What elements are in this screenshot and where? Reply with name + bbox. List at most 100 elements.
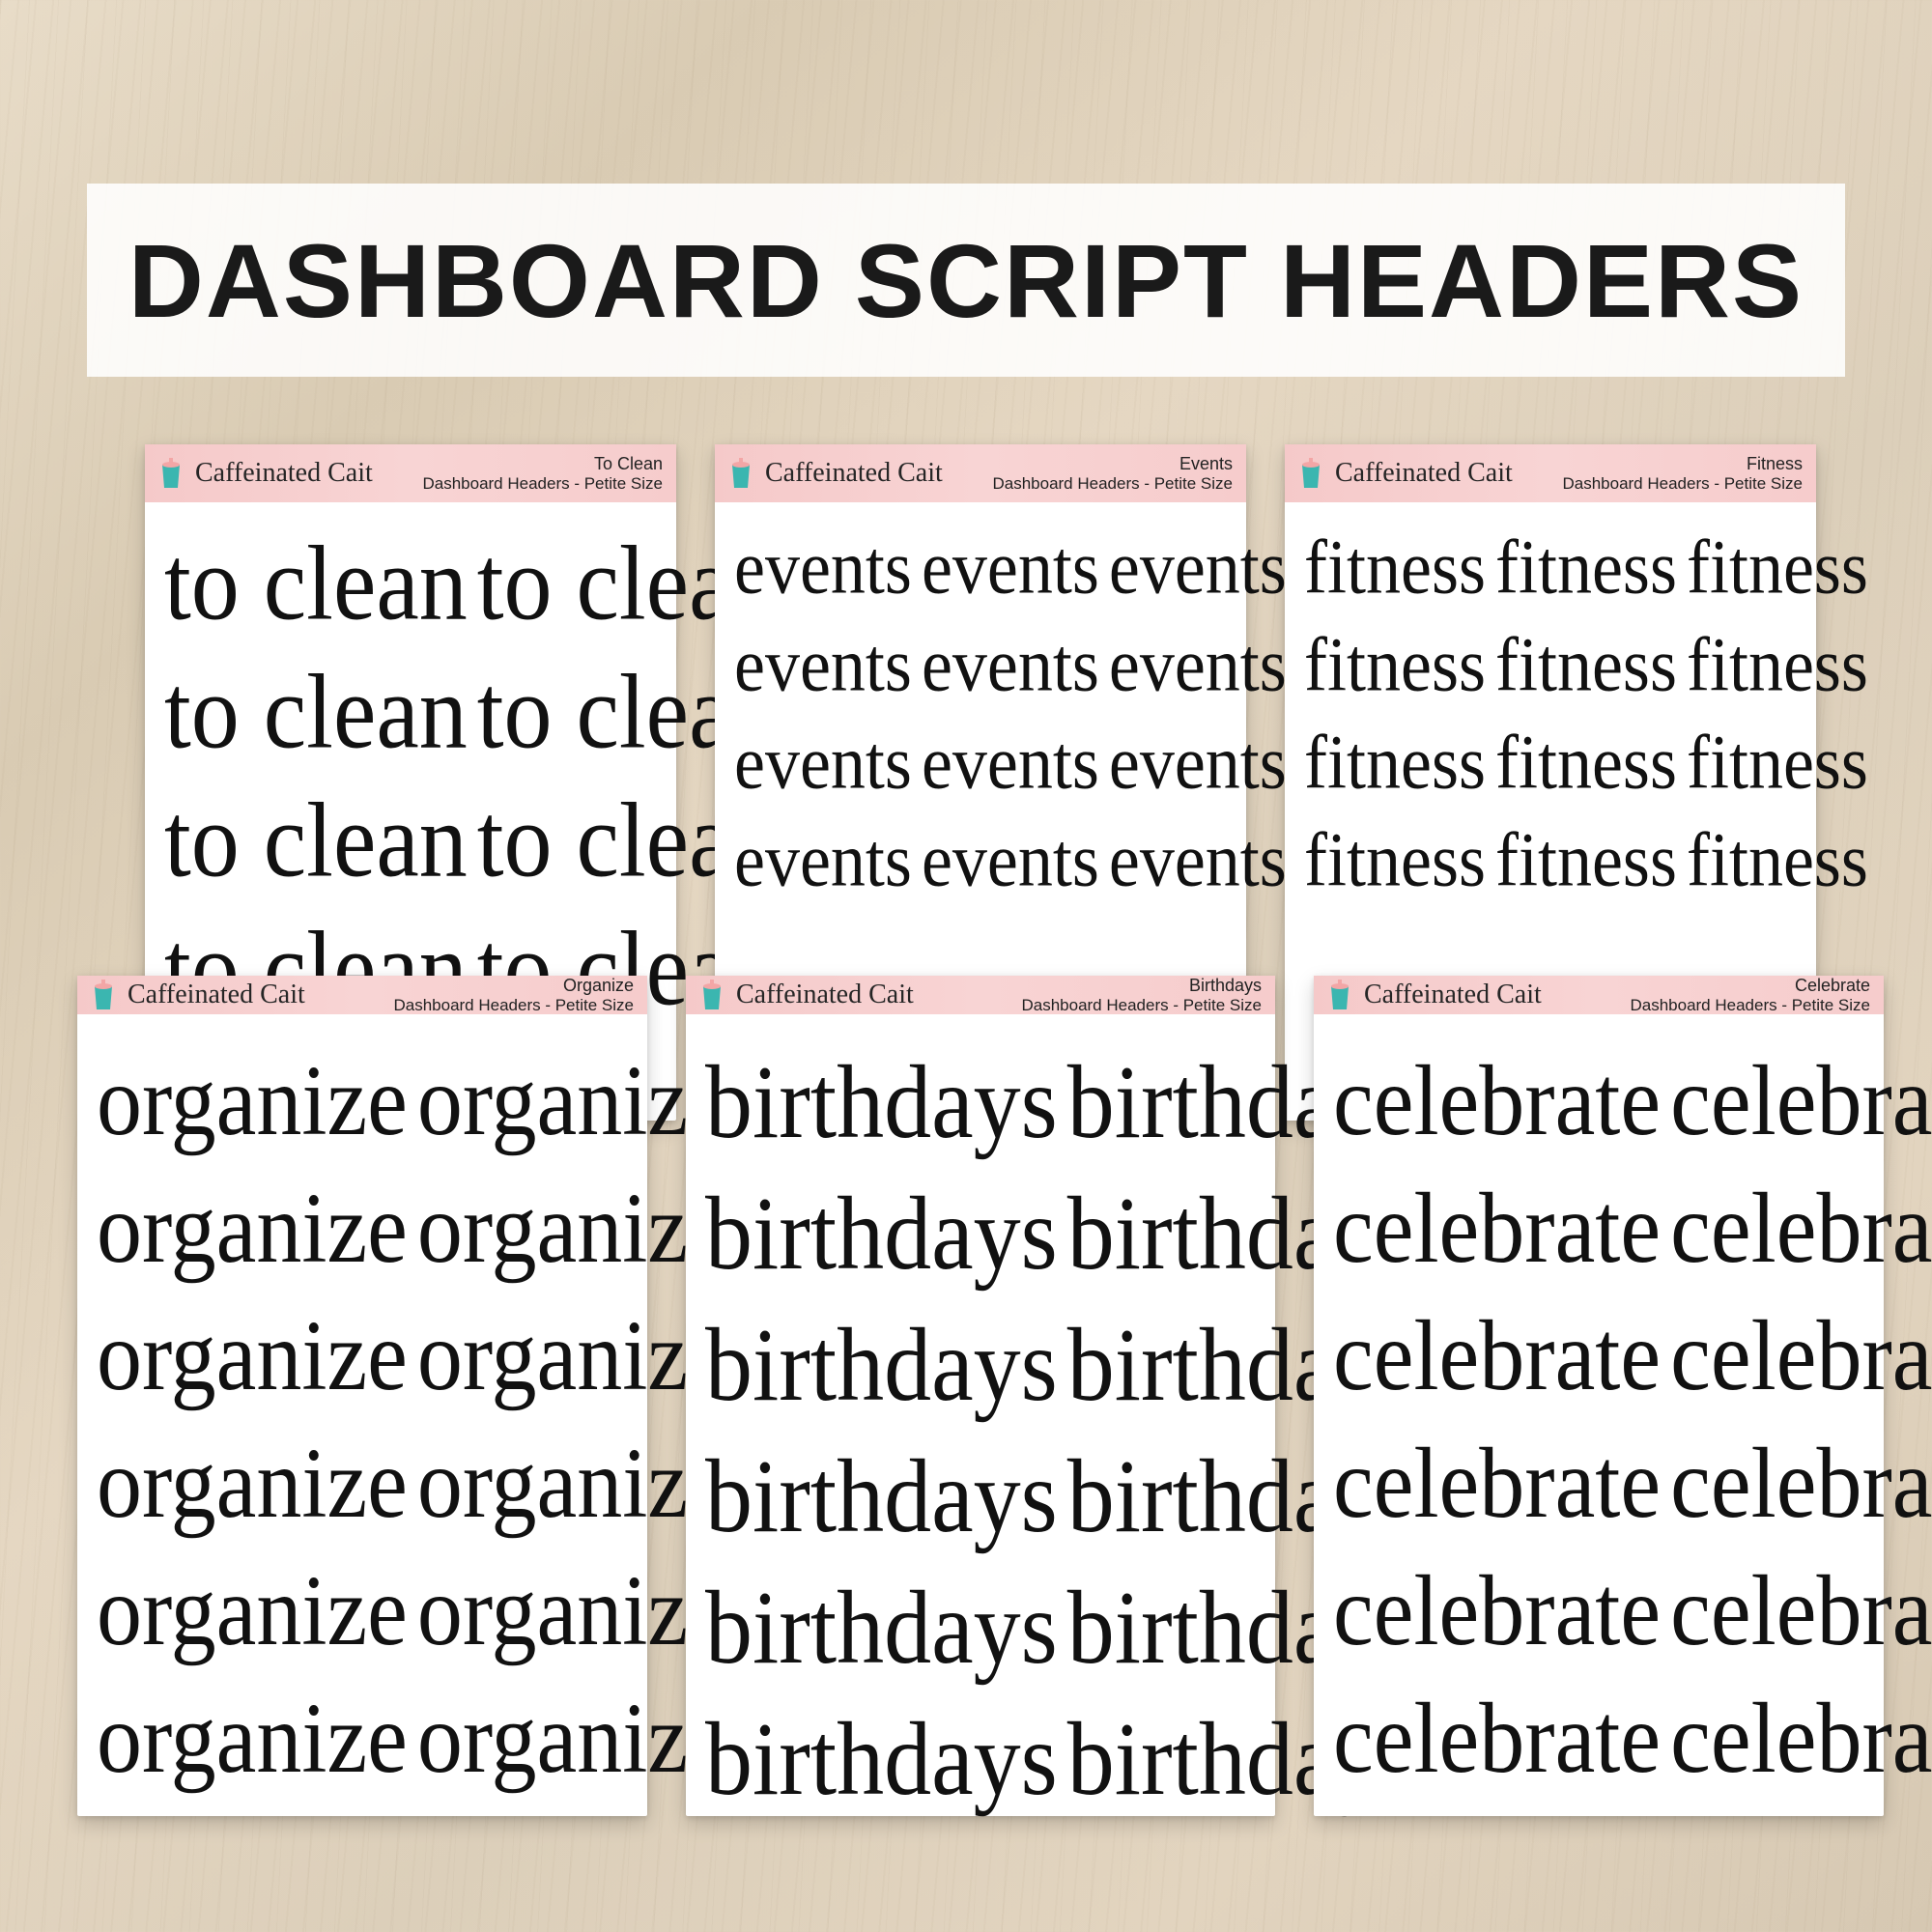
sticker-word: to clean <box>164 650 468 773</box>
sheet-subtitle: Dashboard Headers - Petite Size <box>422 474 663 494</box>
sticker-row: birthdaysbirthdays <box>705 1706 1256 1814</box>
sticker-word: birthdays <box>705 1044 1058 1163</box>
sticker-word: events <box>734 719 912 807</box>
sheet-subtitle: Dashboard Headers - Petite Size <box>393 996 634 1015</box>
sticker-word: events <box>1109 524 1287 611</box>
cup-icon <box>728 457 755 490</box>
sticker-row: birthdaysbirthdays <box>705 1180 1256 1289</box>
cup-icon <box>91 979 118 1011</box>
sticker-word: events <box>734 524 912 611</box>
sticker-word: organize <box>417 1554 728 1669</box>
brand-text: Caffeinated Cait <box>1335 458 1513 489</box>
brand-text: Caffeinated Cait <box>736 980 914 1010</box>
sticker-word: events <box>1109 719 1287 807</box>
sticker-word: organize <box>417 1044 728 1159</box>
sticker-row: birthdaysbirthdays <box>705 1312 1256 1420</box>
sticker-word: celebrate <box>1670 1554 1932 1669</box>
sticker-word: fitness <box>1495 816 1677 904</box>
sheet-header: Caffeinated Cait Fitness Dashboard Heade… <box>1285 444 1816 502</box>
sticker-word: to clean <box>164 522 468 644</box>
sticker-word: organize <box>97 1427 408 1542</box>
sticker-row: fitnessfitnessfitness <box>1304 820 1797 900</box>
sticker-word: events <box>922 524 1099 611</box>
brand-text: Caffeinated Cait <box>1364 980 1542 1010</box>
sticker-word: organize <box>97 1554 408 1669</box>
sticker-row: fitnessfitnessfitness <box>1304 723 1797 803</box>
sticker-row: eventseventsevents <box>734 820 1227 900</box>
sticker-word: fitness <box>1687 816 1868 904</box>
brand-text: Caffeinated Cait <box>128 980 305 1010</box>
sheet-subtitle: Dashboard Headers - Petite Size <box>1630 996 1870 1015</box>
sticker-word: fitness <box>1495 524 1677 611</box>
sticker-word: fitness <box>1687 524 1868 611</box>
sticker-row: to cleanto clean <box>164 656 657 767</box>
cup-icon <box>158 457 185 490</box>
sticker-word: celebrate <box>1333 1554 1661 1669</box>
sheet-header: Caffeinated Cait To Clean Dashboard Head… <box>145 444 676 502</box>
sheet-title: Fitness <box>1562 454 1803 474</box>
sticker-word: fitness <box>1304 816 1486 904</box>
sticker-row: celebratecelebrate <box>1333 1177 1864 1281</box>
sticker-row: birthdaysbirthdays <box>705 1049 1256 1157</box>
sticker-word: events <box>922 621 1099 709</box>
sticker-word: organize <box>97 1299 408 1414</box>
cup-icon <box>1298 457 1325 490</box>
sticker-row: eventseventsevents <box>734 723 1227 803</box>
sticker-row: celebratecelebrate <box>1333 1687 1864 1791</box>
sheet-header: Caffeinated Cait Celebrate Dashboard Hea… <box>1314 976 1884 1014</box>
sticker-row: fitnessfitnessfitness <box>1304 625 1797 705</box>
brand-text: Caffeinated Cait <box>195 458 373 489</box>
sticker-row: organizeorganize <box>97 1687 628 1791</box>
sticker-word: organize <box>417 1299 728 1414</box>
sheet-header: Caffeinated Cait Birthdays Dashboard Hea… <box>686 976 1275 1014</box>
sticker-word: events <box>922 816 1099 904</box>
sticker-word: celebrate <box>1333 1299 1661 1414</box>
sticker-row: organizeorganize <box>97 1049 628 1153</box>
sheet-organize: Caffeinated Cait Organize Dashboard Head… <box>77 976 647 1816</box>
sticker-word: celebrate <box>1333 1682 1661 1797</box>
sheet-title: Celebrate <box>1630 976 1870 996</box>
sticker-word: organize <box>97 1682 408 1797</box>
sticker-word: organize <box>417 1172 728 1287</box>
sticker-word: celebrate <box>1670 1427 1932 1542</box>
sticker-row: to cleanto clean <box>164 784 657 895</box>
sheet-body: birthdaysbirthdaysbirthdaysbirthdaysbirt… <box>686 1014 1275 1843</box>
sticker-row: organizeorganize <box>97 1177 628 1281</box>
sheet-title: Organize <box>393 976 634 996</box>
sticker-word: celebrate <box>1670 1172 1932 1287</box>
sticker-word: organize <box>417 1427 728 1542</box>
cup-icon <box>699 979 726 1011</box>
sticker-word: fitness <box>1304 621 1486 709</box>
sticker-word: fitness <box>1304 719 1486 807</box>
sticker-word: birthdays <box>705 1307 1058 1426</box>
sticker-word: events <box>734 621 912 709</box>
sticker-word: to clean <box>164 779 468 901</box>
sticker-row: to cleanto clean <box>164 527 657 639</box>
sheet-celebrate: Caffeinated Cait Celebrate Dashboard Hea… <box>1314 976 1884 1816</box>
sticker-word: fitness <box>1495 719 1677 807</box>
sticker-word: birthdays <box>705 1176 1058 1294</box>
sticker-word: events <box>922 719 1099 807</box>
sheet-body: organizeorganizeorganizeorganizeorganize… <box>77 1014 647 1820</box>
sticker-word: events <box>734 816 912 904</box>
sheet-header: Caffeinated Cait Organize Dashboard Head… <box>77 976 647 1014</box>
sticker-word: organize <box>97 1172 408 1287</box>
sticker-word: fitness <box>1687 719 1868 807</box>
sticker-row: eventseventsevents <box>734 625 1227 705</box>
sticker-word: organize <box>417 1682 728 1797</box>
sheet-subtitle: Dashboard Headers - Petite Size <box>992 474 1233 494</box>
sticker-row: organizeorganize <box>97 1304 628 1408</box>
sheet-header: Caffeinated Cait Events Dashboard Header… <box>715 444 1246 502</box>
sheet-subtitle: Dashboard Headers - Petite Size <box>1562 474 1803 494</box>
sheet-title: Birthdays <box>1021 976 1262 996</box>
sheet-body: celebratecelebratecelebratecelebratecele… <box>1314 1014 1884 1820</box>
sheet-title: To Clean <box>422 454 663 474</box>
sticker-word: celebrate <box>1333 1427 1661 1542</box>
sticker-row: organizeorganize <box>97 1432 628 1536</box>
sticker-word: fitness <box>1687 621 1868 709</box>
sticker-word: events <box>1109 621 1287 709</box>
sheet-title: Events <box>992 454 1233 474</box>
sheet-birthdays: Caffeinated Cait Birthdays Dashboard Hea… <box>686 976 1275 1816</box>
sticker-word: fitness <box>1304 524 1486 611</box>
sticker-word: birthdays <box>705 1570 1058 1689</box>
